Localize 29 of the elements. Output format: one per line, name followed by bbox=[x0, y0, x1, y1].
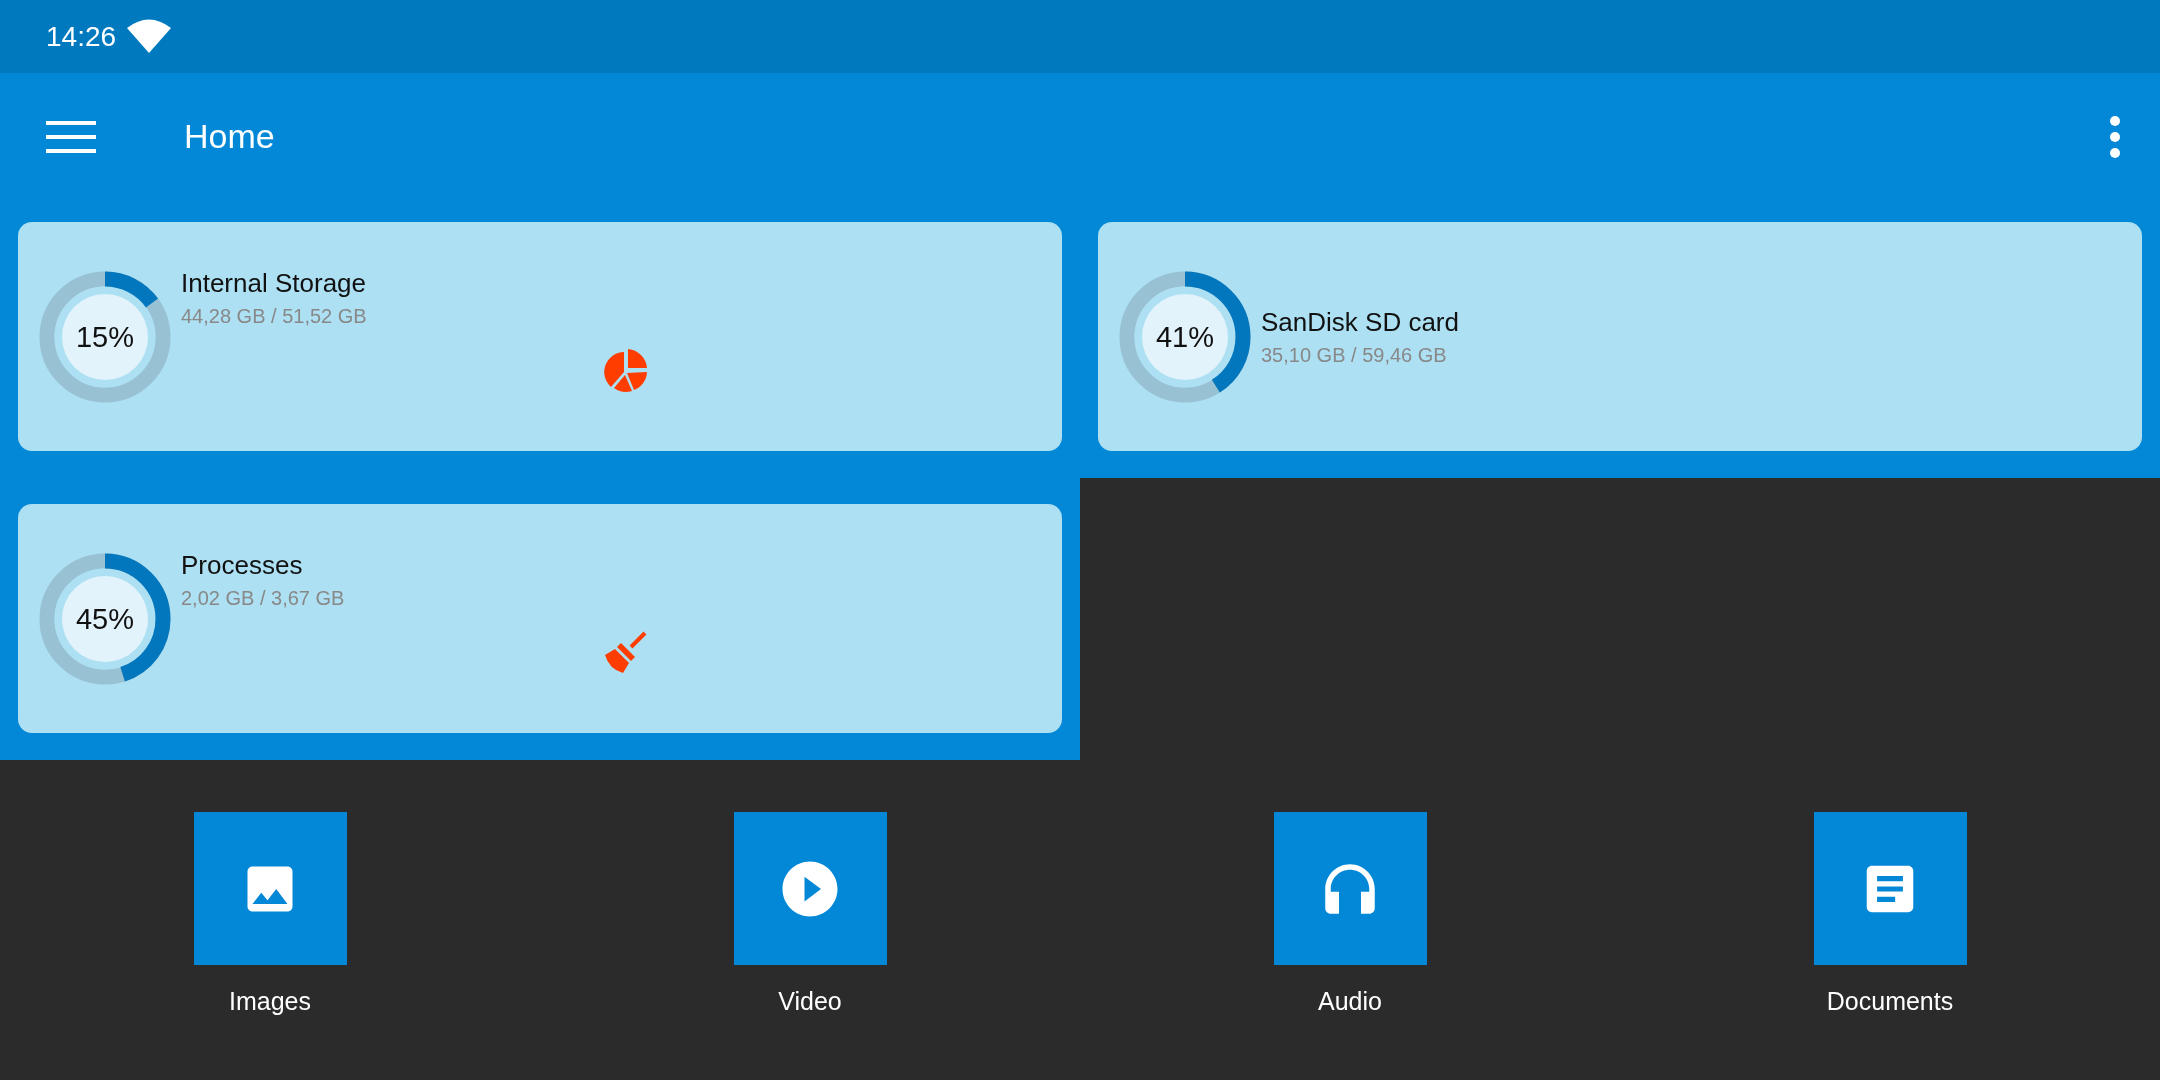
card-title: Internal Storage bbox=[181, 268, 367, 299]
category-button[interactable]: Video bbox=[540, 812, 1080, 1016]
usage-percent: 15% bbox=[74, 319, 135, 355]
broom-icon bbox=[603, 629, 649, 675]
category-label: Documents bbox=[1826, 987, 1954, 1016]
more-button[interactable] bbox=[2108, 114, 2122, 159]
wifi-icon bbox=[126, 18, 173, 55]
more-icon bbox=[2108, 114, 2122, 159]
category-button[interactable]: Documents bbox=[1620, 812, 2160, 1016]
storage-card[interactable]: 45% Processes 2,02 GB / 3,67 GB bbox=[18, 504, 1062, 733]
usage-text: 44,28 GB / 51,52 GB bbox=[181, 305, 367, 328]
usage-percent: 41% bbox=[1154, 319, 1215, 355]
menu-button[interactable] bbox=[46, 118, 96, 155]
toolbar-title: Home bbox=[184, 117, 276, 156]
category-label: Video bbox=[778, 987, 842, 1016]
storage-card[interactable]: 15% Internal Storage 44,28 GB / 51,52 GB bbox=[18, 222, 1062, 451]
status-time: 14:26 bbox=[46, 20, 117, 53]
pie-chart-icon bbox=[603, 347, 649, 393]
category-label: Audio bbox=[1318, 987, 1382, 1016]
card-title: SanDisk SD card bbox=[1261, 306, 1459, 338]
storage-card[interactable]: 41% SanDisk SD card 35,10 GB / 59,46 GB bbox=[1098, 222, 2142, 451]
menu-icon bbox=[46, 118, 96, 155]
category-label: Images bbox=[229, 987, 311, 1016]
category-button[interactable]: Images bbox=[0, 812, 540, 1016]
card-title: Processes bbox=[181, 550, 304, 581]
category-button[interactable]: Audio bbox=[1080, 812, 1620, 1016]
usage-text: 2,02 GB / 3,67 GB bbox=[181, 587, 345, 610]
usage-percent: 45% bbox=[74, 601, 135, 637]
usage-text: 35,10 GB / 59,46 GB bbox=[1261, 343, 1448, 367]
